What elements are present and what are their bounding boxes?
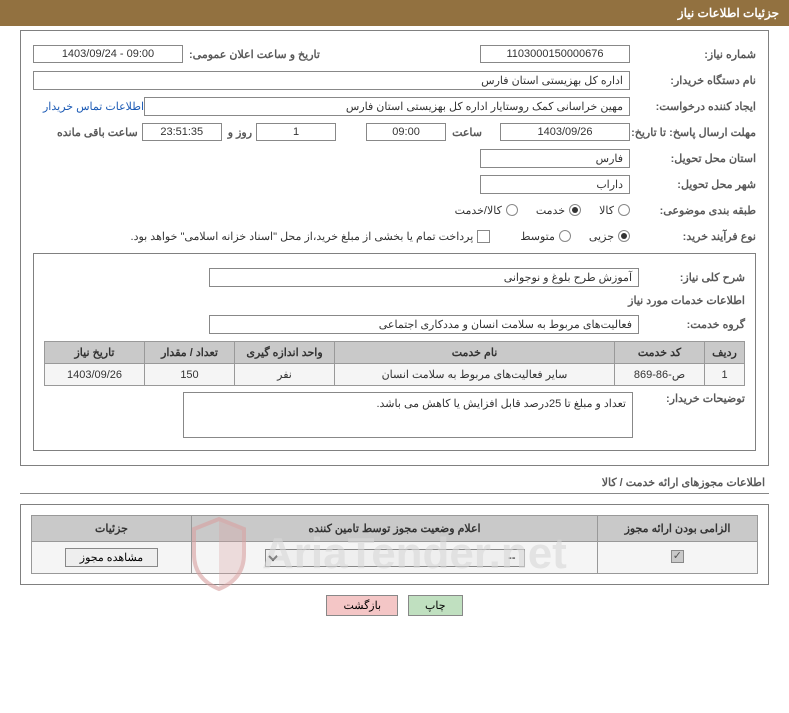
th-mandatory: الزامی بودن ارائه مجوز — [598, 516, 758, 542]
announce-label: تاریخ و ساعت اعلان عمومی: — [189, 48, 320, 61]
radio-medium[interactable] — [559, 230, 571, 242]
th-qty: تعداد / مقدار — [145, 342, 235, 364]
th-details: جزئیات — [32, 516, 192, 542]
deadline-label: مهلت ارسال پاسخ: تا تاریخ: — [636, 126, 756, 139]
need-desc-value: آموزش طرح بلوغ و نوجوانی — [209, 268, 639, 287]
services-info-title: اطلاعات خدمات مورد نیاز — [44, 294, 745, 307]
cell-idx: 1 — [705, 364, 745, 386]
cell-name: سایر فعالیت‌های مربوط به سلامت انسان — [335, 364, 615, 386]
time-label: ساعت — [452, 126, 482, 139]
mandatory-checkbox[interactable] — [671, 550, 684, 563]
need-number-label: شماره نیاز: — [636, 48, 756, 61]
deadline-date: 1403/09/26 — [500, 123, 630, 141]
deliver-province-value: فارس — [480, 149, 630, 168]
payment-checkbox[interactable] — [477, 230, 490, 243]
permits-table: الزامی بودن ارائه مجوز اعلام وضعیت مجوز … — [31, 515, 758, 574]
buyer-org-value: اداره کل بهزیستی استان فارس — [33, 71, 630, 90]
services-table: ردیف کد خدمت نام خدمت واحد اندازه گیری ت… — [44, 341, 745, 386]
action-buttons: چاپ بازگشت — [0, 595, 789, 616]
remaining-label: ساعت باقی مانده — [57, 126, 138, 139]
process-label: نوع فرآیند خرید: — [636, 230, 756, 243]
service-group-value: فعالیت‌های مربوط به سلامت انسان و مددکار… — [209, 315, 639, 334]
back-button[interactable]: بازگشت — [326, 595, 398, 616]
table-row: 1 ص-86-869 سایر فعالیت‌های مربوط به سلام… — [45, 364, 745, 386]
th-status: اعلام وضعیت مجوز توسط تامین کننده — [192, 516, 598, 542]
main-info-panel: شماره نیاز: 1103000150000676 تاریخ و ساع… — [20, 30, 769, 466]
category-label: طبقه بندی موضوعی: — [636, 204, 756, 217]
creator-label: ایجاد کننده درخواست: — [636, 100, 756, 113]
th-date: تاریخ نیاز — [45, 342, 145, 364]
days-word: روز و — [228, 126, 252, 139]
deadline-time: 09:00 — [366, 123, 446, 141]
announce-value: 1403/09/24 - 09:00 — [33, 45, 183, 63]
buyer-contact-link[interactable]: اطلاعات تماس خریدار — [43, 100, 144, 113]
remaining-time: 23:51:35 — [142, 123, 222, 141]
need-desc-label: شرح کلی نیاز: — [645, 271, 745, 284]
radio-medium-label: متوسط — [520, 230, 555, 243]
need-number-value: 1103000150000676 — [480, 45, 630, 63]
page-title: جزئیات اطلاعات نیاز — [678, 6, 779, 20]
page-title-bar: جزئیات اطلاعات نیاز — [0, 0, 789, 26]
process-radio-group: جزیی متوسط — [520, 230, 630, 243]
deliver-city-value: داراب — [480, 175, 630, 194]
creator-value: مهین خراسانی کمک روستایار اداره کل بهزیس… — [144, 97, 630, 116]
days-count: 1 — [256, 123, 336, 141]
need-description-panel: AriaTender.net شرح کلی نیاز: آموزش طرح ب… — [33, 253, 756, 451]
deliver-province-label: استان محل تحویل: — [636, 152, 756, 165]
radio-both[interactable] — [506, 204, 518, 216]
permits-section: اطلاعات مجوزهای ارائه خدمت / کالا الزامی… — [20, 476, 769, 585]
radio-partial[interactable] — [618, 230, 630, 242]
status-select[interactable]: -- — [265, 549, 525, 567]
buyer-org-label: نام دستگاه خریدار: — [636, 74, 756, 87]
table-row: -- مشاهده مجوز — [32, 542, 758, 574]
cell-unit: نفر — [235, 364, 335, 386]
radio-partial-label: جزیی — [589, 230, 614, 243]
cell-date: 1403/09/26 — [45, 364, 145, 386]
view-permit-button[interactable]: مشاهده مجوز — [65, 548, 158, 567]
th-code: کد خدمت — [615, 342, 705, 364]
permits-title: اطلاعات مجوزهای ارائه خدمت / کالا — [20, 476, 769, 489]
category-radio-group: کالا خدمت کالا/خدمت — [455, 204, 630, 217]
th-unit: واحد اندازه گیری — [235, 342, 335, 364]
print-button[interactable]: چاپ — [408, 595, 463, 616]
deliver-city-label: شهر محل تحویل: — [636, 178, 756, 191]
buyer-notes-value: تعداد و مبلغ تا 25درصد قابل افزایش یا کا… — [183, 392, 633, 438]
service-group-label: گروه خدمت: — [645, 318, 745, 331]
th-name: نام خدمت — [335, 342, 615, 364]
radio-service-label: خدمت — [536, 204, 565, 217]
radio-goods-label: کالا — [599, 204, 614, 217]
radio-goods[interactable] — [618, 204, 630, 216]
radio-service[interactable] — [569, 204, 581, 216]
buyer-notes-label: توضیحات خریدار: — [645, 392, 745, 405]
payment-note: پرداخت تمام یا بخشی از مبلغ خرید،از محل … — [131, 230, 474, 243]
th-row: ردیف — [705, 342, 745, 364]
cell-qty: 150 — [145, 364, 235, 386]
radio-both-label: کالا/خدمت — [455, 204, 502, 217]
cell-code: ص-86-869 — [615, 364, 705, 386]
